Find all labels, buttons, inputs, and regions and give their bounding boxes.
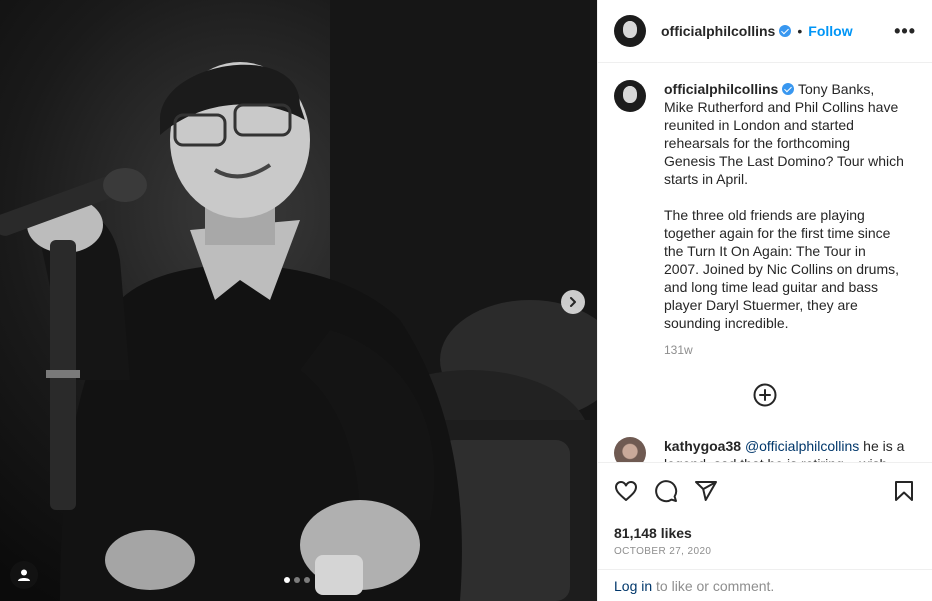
caption-avatar[interactable] [614,80,646,112]
tagged-users-button[interactable] [10,561,38,589]
more-options-button[interactable]: ••• [894,21,916,42]
load-more-comments-button[interactable] [614,383,916,409]
caption-time[interactable]: 131w [664,341,904,359]
follow-button[interactable]: Follow [808,23,852,39]
chevron-right-icon [570,297,576,307]
caption-username[interactable]: officialphilcollins [664,81,778,97]
comment-mention[interactable]: @officialphilcollins [745,438,859,454]
share-icon[interactable] [694,479,718,503]
login-prompt: Log in to like or comment. [598,569,932,601]
caption-paragraph-2: The three old friends are playing togeth… [664,207,900,331]
heart-icon[interactable] [614,479,638,503]
user-icon [18,569,30,581]
comment-username[interactable]: kathygoa38 [664,438,741,454]
carousel-dot [304,577,310,583]
bookmark-icon[interactable] [892,479,916,503]
comment-avatar[interactable] [614,437,646,462]
comment-icon[interactable] [654,479,678,503]
caption-text: officialphilcollins Tony Banks, Mike Rut… [664,80,904,359]
login-link[interactable]: Log in [614,578,652,594]
post-sidebar: officialphilcollins • Follow ••• officia… [597,0,932,601]
carousel-dots [284,577,310,583]
post-actions [598,462,932,522]
post-photo[interactable] [0,0,597,601]
post-header: officialphilcollins • Follow ••• [598,0,932,63]
photo-scene [0,0,597,601]
header-username[interactable]: officialphilcollins [661,23,775,39]
carousel-dot [294,577,300,583]
plus-circle-icon [753,383,777,407]
verified-badge-icon [782,83,795,95]
comment-item: kathygoa38 @officialphilcollins he is a … [614,437,916,462]
header-separator: • [797,23,803,39]
avatar[interactable] [614,15,646,47]
comment-text: kathygoa38 @officialphilcollins he is a … [664,437,916,462]
carousel-next-button[interactable] [561,290,585,314]
comments-section[interactable]: officialphilcollins Tony Banks, Mike Rut… [598,64,932,462]
post-date[interactable]: OCTOBER 27, 2020 [614,546,711,557]
likes-count[interactable]: 81,148 likes [614,525,692,541]
login-prompt-text: to like or comment. [656,578,775,594]
verified-badge-icon [779,25,792,37]
post-caption: officialphilcollins Tony Banks, Mike Rut… [614,80,916,359]
carousel-dot [284,577,290,583]
